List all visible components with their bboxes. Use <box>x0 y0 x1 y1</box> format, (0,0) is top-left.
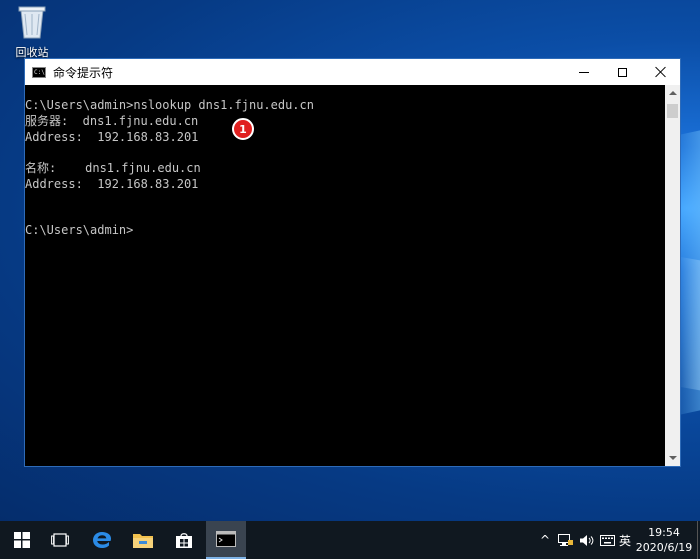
cmd-window[interactable]: 命令提示符 C:\Users\admin>nslookup dns1.fjnu.… <box>24 58 681 467</box>
maximize-icon <box>617 67 627 77</box>
console-line: C:\Users\admin>nslookup dns1.fjnu.edu.cn <box>25 98 314 112</box>
taskbar: ^ 英 19:54 2020/6/19 <box>0 521 700 559</box>
clock-date: 2020/6/19 <box>635 541 693 554</box>
scroll-up-button[interactable] <box>665 85 680 101</box>
maximize-button[interactable] <box>603 59 641 85</box>
scroll-down-icon <box>668 456 677 460</box>
annotation-badge: 1 <box>232 118 254 140</box>
close-button[interactable] <box>642 59 680 85</box>
window-title: 命令提示符 <box>53 66 114 80</box>
taskbar-edge[interactable] <box>83 521 121 559</box>
tray-volume[interactable] <box>577 521 595 559</box>
windows-logo-icon <box>14 532 30 548</box>
keyboard-icon <box>599 534 615 546</box>
minimize-button[interactable] <box>565 59 603 85</box>
ime-language-label: 英 <box>618 533 631 548</box>
taskbar-file-explorer[interactable] <box>124 521 162 559</box>
wallpaper-light-beam-2 <box>678 256 700 394</box>
vertical-scrollbar[interactable] <box>665 85 680 466</box>
chevron-up-icon: ^ <box>539 533 551 547</box>
file-explorer-icon <box>133 534 153 548</box>
show-desktop-button[interactable] <box>697 521 698 559</box>
tray-keyboard[interactable] <box>598 521 616 559</box>
start-button[interactable] <box>3 521 41 559</box>
edge-browser-icon <box>93 532 111 548</box>
close-icon <box>655 66 667 78</box>
recycle-bin-shortcut[interactable]: 回收站 <box>10 4 54 60</box>
scroll-down-button[interactable] <box>665 450 680 466</box>
network-icon <box>557 533 573 546</box>
scroll-up-icon <box>668 91 677 95</box>
console-line: 名称: dns1.fjnu.edu.cn <box>25 161 201 175</box>
console-line: Address: 192.168.83.201 <box>25 177 199 191</box>
window-titlebar[interactable]: 命令提示符 <box>25 59 680 85</box>
cmd-app-icon[interactable] <box>32 67 46 78</box>
console-prompt: C:\Users\admin> <box>25 223 134 237</box>
store-bag-icon <box>176 533 192 548</box>
console-output[interactable]: C:\Users\admin>nslookup dns1.fjnu.edu.cn… <box>25 85 665 466</box>
scrollbar-thumb[interactable] <box>667 104 678 118</box>
taskbar-clock[interactable]: 19:54 2020/6/19 <box>634 525 694 555</box>
tray-network[interactable] <box>556 521 574 559</box>
task-view-button[interactable] <box>41 521 79 559</box>
tray-overflow-button[interactable]: ^ <box>538 521 552 559</box>
cmd-taskbar-icon <box>216 531 236 547</box>
console-line: Address: 192.168.83.201 <box>25 130 199 144</box>
minimize-icon <box>579 71 589 73</box>
speaker-icon <box>579 534 593 546</box>
taskbar-store[interactable] <box>165 521 203 559</box>
tray-ime-indicator[interactable]: 英 <box>617 521 633 559</box>
task-view-icon <box>51 533 69 547</box>
console-line: 服务器: dns1.fjnu.edu.cn <box>25 114 199 128</box>
clock-time: 19:54 <box>648 526 680 539</box>
recycle-bin-icon <box>16 4 48 39</box>
taskbar-cmd[interactable] <box>206 521 246 559</box>
